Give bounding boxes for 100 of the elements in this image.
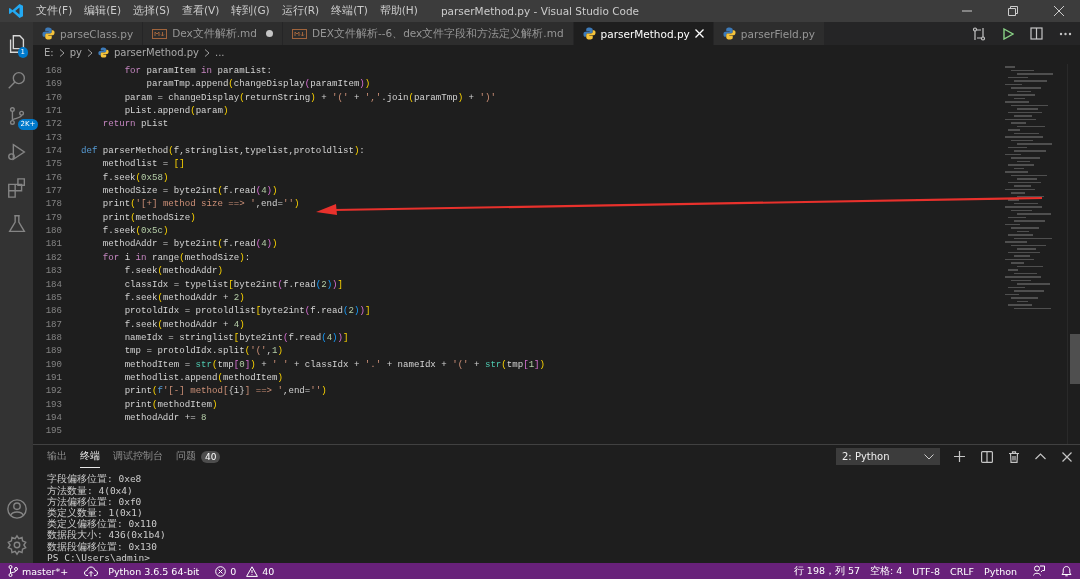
breadcrumb-item[interactable]: E: bbox=[44, 47, 54, 58]
line-number: 180 bbox=[44, 224, 62, 238]
line-number: 190 bbox=[44, 357, 62, 371]
code-line: tmp = protoldIdx.split('(',1) bbox=[123, 344, 283, 358]
code-line: print('[+] method size ==> ',end='') bbox=[101, 197, 300, 211]
menu-item[interactable]: 查看(V) bbox=[175, 4, 226, 18]
branch-icon[interactable] bbox=[8, 565, 18, 577]
cursor-position[interactable]: 行 198，列 57 bbox=[793, 564, 861, 578]
menu-item[interactable]: 终端(T) bbox=[325, 4, 374, 18]
close-icon[interactable] bbox=[1054, 6, 1064, 16]
line-number: 171 bbox=[44, 104, 62, 118]
line-number: 193 bbox=[44, 397, 62, 411]
line-number: 191 bbox=[44, 370, 62, 385]
chevron-down-icon bbox=[924, 453, 934, 460]
python-interpreter[interactable]: Python 3.6.5 64-bit bbox=[108, 565, 200, 577]
branch-label[interactable]: master*+ bbox=[22, 565, 69, 577]
line-number: 173 bbox=[44, 130, 62, 145]
breadcrumb-item[interactable]: parserMethod.py bbox=[113, 47, 199, 58]
menu-item[interactable]: 帮助(H) bbox=[373, 4, 424, 18]
editor-tab[interactable]: parserField.py bbox=[713, 22, 825, 45]
code-line: methodlist = [] bbox=[101, 157, 185, 171]
editor-tab[interactable]: Dex文件解析.md bbox=[143, 22, 283, 45]
settings-icon[interactable] bbox=[5, 534, 28, 556]
terminal-line: 类定义偏移位置: 0x110 bbox=[47, 518, 159, 530]
run-icon[interactable] bbox=[1002, 27, 1014, 40]
chevron-up-icon[interactable] bbox=[1035, 453, 1046, 461]
restore-icon[interactable] bbox=[1008, 6, 1018, 16]
breadcrumb-item[interactable]: ... bbox=[214, 47, 225, 58]
split-terminal-icon[interactable] bbox=[981, 450, 993, 463]
line-number: 195 bbox=[44, 424, 62, 438]
line-number: 183 bbox=[44, 264, 62, 278]
terminal-line: PS C:\Users\admin> bbox=[47, 551, 151, 563]
account-icon[interactable] bbox=[5, 498, 28, 520]
error-icon[interactable] bbox=[215, 565, 227, 577]
trash-icon[interactable] bbox=[1009, 450, 1019, 463]
python-file-icon bbox=[97, 47, 109, 58]
search-icon[interactable] bbox=[5, 69, 28, 91]
panel-tab[interactable]: 终端 bbox=[80, 445, 100, 468]
editor-logo-icon bbox=[8, 3, 24, 19]
menu-item[interactable]: 转到(G) bbox=[225, 4, 276, 18]
panel-tab[interactable]: 调试控制台 bbox=[113, 445, 163, 468]
code-line: paramTmp.append(changeDisplay(paramItem)) bbox=[145, 77, 371, 91]
editor-tab[interactable]: DEX文件解析--6、dex文件字段和方法定义解析.md bbox=[283, 22, 574, 45]
line-ending[interactable]: CRLF bbox=[950, 565, 975, 577]
code-line: f.seek(0x58) bbox=[101, 170, 169, 185]
chevron-right-icon bbox=[203, 48, 210, 57]
count-badge: 40 bbox=[201, 450, 221, 463]
line-number: 188 bbox=[44, 330, 62, 345]
markdown-file-icon bbox=[152, 28, 168, 39]
python-file-icon bbox=[582, 27, 596, 40]
window-title: parserMethod.py - Visual Studio Code bbox=[440, 5, 640, 17]
code-line: nameIdx = stringlist[byte2int(f.read(4))] bbox=[123, 330, 349, 345]
line-number: 170 bbox=[44, 90, 62, 105]
more-actions-icon[interactable] bbox=[1059, 31, 1072, 36]
breadcrumb-item[interactable]: py bbox=[69, 47, 82, 58]
markdown-file-icon bbox=[292, 28, 307, 39]
code-line: print(f'[-] method[{i}] ==> ',end='') bbox=[123, 384, 327, 398]
python-file-icon bbox=[722, 27, 736, 40]
menu-item[interactable]: 文件(F) bbox=[30, 4, 79, 18]
extensions-icon[interactable] bbox=[5, 177, 28, 199]
chevron-right-icon bbox=[86, 48, 93, 57]
indentation[interactable]: 空格: 4 bbox=[870, 564, 903, 578]
line-number: 187 bbox=[44, 317, 62, 331]
menu-item[interactable]: 编辑(E) bbox=[78, 4, 128, 18]
code-line: f.seek(methodAddr) bbox=[123, 264, 223, 278]
code-line: methodlist.append(methodItem) bbox=[123, 370, 283, 385]
scrollbar-thumb[interactable] bbox=[1070, 334, 1080, 384]
line-number: 182 bbox=[44, 250, 62, 265]
code-line: f.seek(0x5c) bbox=[101, 224, 169, 238]
compare-changes-icon[interactable] bbox=[972, 26, 986, 41]
warning-icon[interactable] bbox=[246, 565, 259, 577]
editor-tab[interactable]: parseClass.py bbox=[33, 22, 144, 45]
notification-bell-icon[interactable] bbox=[1061, 565, 1072, 577]
line-number: 186 bbox=[44, 304, 62, 318]
code-line: print(methodSize) bbox=[101, 210, 196, 225]
cloud-upload-icon[interactable] bbox=[84, 565, 99, 577]
menu-item[interactable]: 运行(R) bbox=[275, 4, 326, 18]
run-debug-icon[interactable] bbox=[5, 141, 28, 163]
feedback-icon[interactable] bbox=[1033, 565, 1045, 577]
encoding[interactable]: UTF-8 bbox=[912, 565, 941, 577]
panel-tab[interactable]: 问题 bbox=[176, 445, 196, 468]
line-number: 176 bbox=[44, 170, 62, 185]
terminal-dropdown[interactable]: 2: Python bbox=[836, 448, 940, 466]
plus-icon[interactable] bbox=[954, 451, 965, 463]
line-number: 177 bbox=[44, 184, 62, 198]
code-line: methodItem = str(tmp[0]) + ' ' + classIdx + '.' + nameIdx + '(' + str(tmp[1]) bbox=[123, 357, 546, 371]
language-mode[interactable]: Python bbox=[984, 565, 1017, 577]
chevron-right-icon bbox=[58, 48, 65, 57]
split-editor-icon[interactable] bbox=[1030, 27, 1043, 40]
close-icon[interactable] bbox=[1062, 451, 1072, 462]
menu-item[interactable]: 选择(S) bbox=[127, 4, 176, 18]
warning-count[interactable]: 40 bbox=[262, 565, 275, 577]
error-count[interactable]: 0 bbox=[230, 565, 237, 577]
code-line: f.seek(methodAddr + 2) bbox=[123, 290, 245, 305]
code-line: for paramItem in paramList: bbox=[123, 64, 272, 78]
panel-tab[interactable]: 输出 bbox=[47, 445, 67, 468]
editor-tab[interactable]: parserMethod.py bbox=[573, 22, 714, 45]
code-line: classIdx = typelist[byte2int(f.read(2))] bbox=[123, 277, 344, 291]
line-number: 189 bbox=[44, 344, 62, 358]
code-line: methodAddr += 8 bbox=[123, 410, 207, 425]
